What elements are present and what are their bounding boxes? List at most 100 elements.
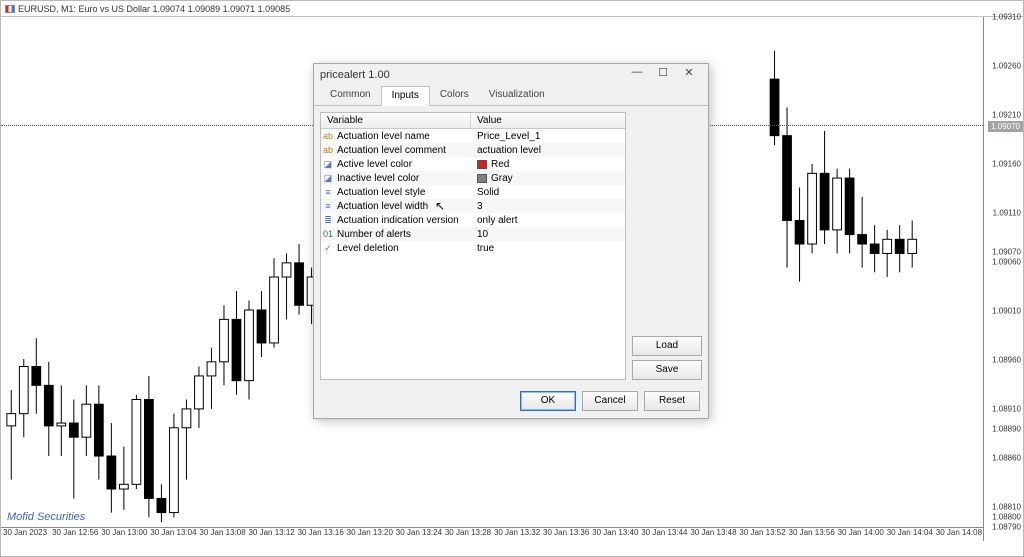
price-tag: 1.09070 — [988, 121, 1023, 132]
x-tick: 30 Jan 12:56 — [50, 528, 99, 541]
variable-name: Inactive level color — [335, 173, 471, 184]
broker-watermark: Mofid Securities — [7, 511, 85, 523]
y-tick: 1.08890 — [992, 424, 1021, 433]
x-tick: 30 Jan 13:52 — [737, 528, 786, 541]
y-tick: 1.09110 — [993, 209, 1021, 218]
x-tick: 30 Jan 13:20 — [345, 528, 394, 541]
type-icon: ab — [321, 131, 335, 141]
variable-name: Actuation level comment — [335, 145, 471, 156]
input-row[interactable]: abActuation level commentactuation level — [321, 143, 625, 157]
x-tick: 30 Jan 13:44 — [639, 528, 688, 541]
x-tick: 30 Jan 13:48 — [688, 528, 737, 541]
variable-value[interactable]: 10 — [471, 229, 488, 240]
x-tick: 30 Jan 14:08 — [934, 528, 983, 541]
x-tick: 30 Jan 13:00 — [99, 528, 148, 541]
load-button[interactable]: Load — [632, 336, 702, 356]
variable-value[interactable]: actuation level — [471, 145, 541, 156]
maximize-icon[interactable]: ☐ — [650, 66, 676, 84]
x-tick: 30 Jan 13:36 — [541, 528, 590, 541]
y-tick: 1.09160 — [992, 160, 1021, 169]
variable-value[interactable]: true — [471, 243, 494, 254]
x-tick: 30 Jan 13:32 — [492, 528, 541, 541]
variable-value[interactable]: Red — [471, 159, 509, 170]
y-tick: 1.08800 — [992, 513, 1021, 522]
color-swatch-icon — [477, 174, 487, 183]
y-tick: 1.09060 — [992, 258, 1021, 267]
chart-area[interactable]: 1.09070 1.093101.092601.092101.091601.09… — [1, 17, 1023, 541]
variable-name: Actuation level style — [335, 187, 471, 198]
type-icon: ✓ — [321, 243, 335, 254]
y-tick: 1.09010 — [992, 307, 1021, 316]
variable-name: Actuation indication version — [335, 215, 471, 226]
input-row[interactable]: ≡Actuation level styleSolid — [321, 185, 625, 199]
type-icon: ab — [321, 145, 335, 155]
x-tick: 30 Jan 13:24 — [394, 528, 443, 541]
col-variable[interactable]: Variable — [321, 113, 471, 128]
variable-name: Active level color — [335, 159, 471, 170]
y-tick: 1.08960 — [992, 356, 1021, 365]
indicator-properties-dialog[interactable]: pricealert 1.00 — ☐ ✕ Common Inputs Colo… — [313, 63, 709, 419]
tab-visualization[interactable]: Visualization — [479, 86, 555, 105]
y-tick: 1.08810 — [992, 503, 1021, 512]
y-tick: 1.09260 — [992, 62, 1021, 71]
tab-common[interactable]: Common — [320, 86, 381, 105]
y-tick: 1.09210 — [992, 111, 1021, 120]
save-button[interactable]: Save — [632, 360, 702, 380]
reset-button[interactable]: Reset — [644, 391, 700, 411]
input-row[interactable]: ◪Active level colorRed — [321, 157, 625, 171]
cancel-button[interactable]: Cancel — [582, 391, 638, 411]
x-tick: 30 Jan 13:56 — [787, 528, 836, 541]
chart-title-text: EURUSD, M1: Euro vs US Dollar 1.09074 1.… — [18, 4, 290, 14]
variable-value[interactable]: 3 — [471, 201, 483, 212]
input-row[interactable]: ≡Actuation level width3 — [321, 199, 625, 213]
x-tick: 30 Jan 14:00 — [836, 528, 885, 541]
dialog-title-text: pricealert 1.00 — [320, 69, 624, 81]
y-tick: 1.09310 — [992, 13, 1021, 22]
type-icon: ◪ — [321, 173, 335, 184]
y-tick: 1.09070 — [992, 248, 1021, 257]
variable-name: Level deletion — [335, 243, 471, 254]
symbol-flag-icon — [5, 5, 15, 13]
type-icon: 01 — [321, 229, 335, 239]
col-value[interactable]: Value — [471, 113, 508, 128]
input-row[interactable]: 01Number of alerts10 — [321, 227, 625, 241]
type-icon: ◪ — [321, 159, 335, 170]
properties-tabs: Common Inputs Colors Visualization — [314, 86, 708, 106]
x-tick: 30 Jan 13:28 — [443, 528, 492, 541]
x-tick: 30 Jan 13:40 — [590, 528, 639, 541]
close-icon[interactable]: ✕ — [676, 66, 702, 84]
variable-value[interactable]: Price_Level_1 — [471, 131, 540, 142]
x-axis: 30 Jan 202330 Jan 12:5630 Jan 13:0030 Ja… — [1, 527, 983, 541]
dialog-title-bar[interactable]: pricealert 1.00 — ☐ ✕ — [314, 64, 708, 86]
input-row[interactable]: abActuation level namePrice_Level_1 — [321, 129, 625, 143]
tab-inputs[interactable]: Inputs — [381, 86, 430, 106]
variable-name: Actuation level width — [335, 201, 471, 212]
x-tick: 30 Jan 13:16 — [296, 528, 345, 541]
y-tick: 1.08860 — [992, 454, 1021, 463]
grid-header: Variable Value — [321, 113, 625, 129]
x-tick: 30 Jan 14:04 — [885, 528, 934, 541]
variable-value[interactable]: Gray — [471, 173, 513, 184]
type-icon: ≡ — [321, 187, 335, 197]
input-row[interactable]: ◪Inactive level colorGray — [321, 171, 625, 185]
input-row[interactable]: ≣Actuation indication versiononly alert — [321, 213, 625, 227]
type-icon: ≡ — [321, 201, 335, 211]
type-icon: ≣ — [321, 215, 335, 226]
variable-name: Number of alerts — [335, 229, 471, 240]
x-tick: 30 Jan 13:04 — [148, 528, 197, 541]
input-row[interactable]: ✓Level deletiontrue — [321, 241, 625, 255]
y-axis: 1.09070 1.093101.092601.092101.091601.09… — [983, 17, 1023, 541]
variable-value[interactable]: only alert — [471, 215, 518, 226]
variable-name: Actuation level name — [335, 131, 471, 142]
minimize-icon[interactable]: — — [624, 66, 650, 84]
color-swatch-icon — [477, 160, 487, 169]
y-tick: 1.08790 — [992, 523, 1021, 532]
y-tick: 1.08910 — [992, 405, 1021, 414]
tab-colors[interactable]: Colors — [430, 86, 479, 105]
x-tick: 30 Jan 13:08 — [197, 528, 246, 541]
ok-button[interactable]: OK — [520, 391, 576, 411]
x-tick: 30 Jan 13:12 — [246, 528, 295, 541]
variable-value[interactable]: Solid — [471, 187, 499, 198]
inputs-grid[interactable]: Variable Value abActuation level namePri… — [320, 112, 626, 380]
x-tick: 30 Jan 2023 — [1, 528, 50, 541]
